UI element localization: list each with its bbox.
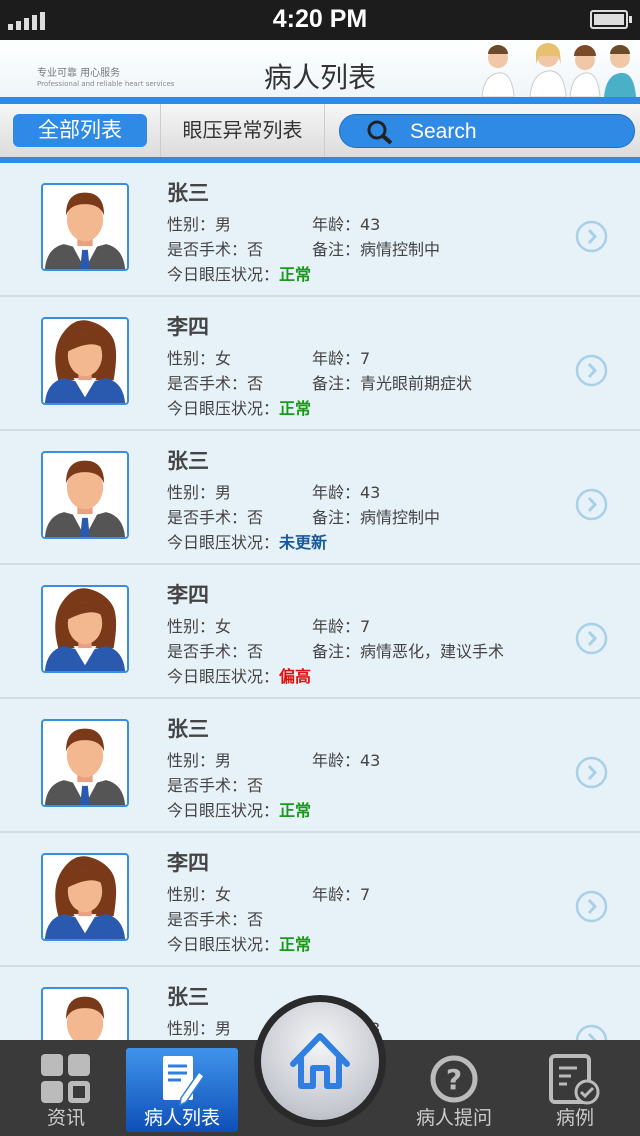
patient-name: 李四 xyxy=(167,851,209,875)
checklist-icon xyxy=(549,1054,600,1105)
avatar xyxy=(41,451,129,539)
home-icon xyxy=(290,1033,350,1089)
patient-gender: 性别：男 xyxy=(167,1019,232,1038)
patient-gender: 性别：男 xyxy=(167,215,232,234)
battery-icon xyxy=(590,10,632,29)
nav-news[interactable]: 资讯 xyxy=(14,1048,118,1132)
patient-row[interactable]: 李四 性别：女 年龄：7 是否手术：否 备注：病情恶化，建议手术 今日眼压状况：… xyxy=(0,565,640,699)
patient-name: 李四 xyxy=(167,583,209,607)
patient-iop: 今日眼压状况：正常 xyxy=(167,931,311,955)
iop-label: 今日眼压状况： xyxy=(167,399,280,418)
iop-status: 正常 xyxy=(279,399,312,418)
patient-row[interactable]: 张三 性别：男 年龄：43 是否手术：否 备注：病情控制中 今日眼压状况：未更新 xyxy=(0,431,640,565)
patient-gender: 性别：女 xyxy=(167,349,232,368)
patient-note: 备注：病情控制中 xyxy=(312,508,441,527)
iop-status: 正常 xyxy=(279,265,312,284)
question-icon: ? xyxy=(430,1055,478,1103)
iop-status: 正常 xyxy=(279,935,312,954)
patient-surgery: 是否手术：否 xyxy=(167,374,264,393)
patient-name: 李四 xyxy=(167,315,209,339)
patient-gender: 性别：女 xyxy=(167,617,232,636)
tab-bar: 全部列表 眼压异常列表 Search xyxy=(0,104,640,157)
avatar xyxy=(41,853,129,941)
document-edit-icon xyxy=(163,1056,206,1107)
patient-age: 年龄：43 xyxy=(312,215,381,234)
iop-label: 今日眼压状况： xyxy=(167,533,280,552)
home-button[interactable] xyxy=(254,995,386,1127)
iop-status: 未更新 xyxy=(279,533,328,552)
patient-surgery: 是否手术：否 xyxy=(167,642,264,661)
patient-gender: 性别：男 xyxy=(167,483,232,502)
iop-label: 今日眼压状况： xyxy=(167,265,280,284)
iop-label: 今日眼压状况： xyxy=(167,667,280,686)
patient-note: 备注：病情恶化，建议手术 xyxy=(312,642,505,661)
avatar xyxy=(41,317,129,405)
nav-cases[interactable]: 病例 xyxy=(530,1048,620,1132)
search-placeholder: Search xyxy=(410,120,477,143)
patient-age: 年龄：43 xyxy=(312,483,381,502)
patient-surgery: 是否手术：否 xyxy=(167,776,264,795)
patient-surgery: 是否手术：否 xyxy=(167,240,264,259)
chevron-right-icon[interactable] xyxy=(575,220,608,253)
divider xyxy=(0,97,640,104)
header-banner: 专业可靠 用心服务 Professional and reliable hear… xyxy=(0,40,640,97)
chevron-right-icon[interactable] xyxy=(575,1024,608,1040)
patient-surgery: 是否手术：否 xyxy=(167,910,264,929)
patient-row[interactable]: 张三 性别：男 年龄：43 是否手术：否 今日眼压状况：正常 xyxy=(0,699,640,833)
nav-questions[interactable]: ? 病人提问 xyxy=(404,1048,504,1132)
nav-news-label: 资讯 xyxy=(46,1107,85,1129)
doctors-image xyxy=(481,43,636,97)
patient-list: 张三 性别：男 年龄：43 是否手术：否 备注：病情控制中 今日眼压状况：正常 … xyxy=(0,163,640,1040)
patient-surgery: 是否手术：否 xyxy=(167,508,264,527)
iop-label: 今日眼压状况： xyxy=(167,935,280,954)
chevron-right-icon[interactable] xyxy=(575,354,608,387)
status-time: 4:20 PM xyxy=(272,5,368,33)
tab-abnormal-list[interactable]: 眼压异常列表 xyxy=(160,104,325,157)
patient-iop: 今日眼压状况：偏高 xyxy=(167,663,311,687)
patient-age: 年龄：43 xyxy=(312,751,381,770)
nav-cases-label: 病例 xyxy=(555,1107,594,1129)
patient-iop: 今日眼压状况：正常 xyxy=(167,797,311,821)
status-bar: 4:20 PM xyxy=(0,0,640,40)
patient-row[interactable]: 李四 性别：女 年龄：7 是否手术：否 今日眼压状况：正常 xyxy=(0,833,640,967)
avatar xyxy=(41,183,129,271)
patient-age: 年龄：7 xyxy=(312,617,371,636)
iop-status: 正常 xyxy=(279,801,312,820)
patient-row[interactable]: 张三 性别：男 年龄：43 是否手术：否 备注：病情控制中 今日眼压状况：正常 xyxy=(0,163,640,297)
search-icon xyxy=(367,120,393,145)
patient-note: 备注：病情控制中 xyxy=(312,240,441,259)
svg-text:?: ? xyxy=(446,1063,462,1096)
patient-iop: 今日眼压状况：正常 xyxy=(167,395,311,419)
patient-iop: 今日眼压状况：未更新 xyxy=(167,529,327,553)
chevron-right-icon[interactable] xyxy=(575,622,608,655)
grid-icon xyxy=(41,1054,90,1103)
chevron-right-icon[interactable] xyxy=(575,488,608,521)
chevron-right-icon[interactable] xyxy=(575,756,608,789)
nav-questions-label: 病人提问 xyxy=(415,1107,492,1129)
patient-age: 年龄：7 xyxy=(312,349,371,368)
patient-age: 年龄：7 xyxy=(312,885,371,904)
iop-status: 偏高 xyxy=(279,667,312,686)
patient-iop: 今日眼压状况：正常 xyxy=(167,261,311,285)
nav-patients-label: 病人列表 xyxy=(143,1107,220,1129)
avatar xyxy=(41,585,129,673)
patient-name: 张三 xyxy=(167,985,209,1009)
patient-note: 备注：青光眼前期症状 xyxy=(312,374,473,393)
avatar xyxy=(41,719,129,807)
iop-label: 今日眼压状况： xyxy=(167,801,280,820)
chevron-right-icon[interactable] xyxy=(575,890,608,923)
patient-name: 张三 xyxy=(167,717,209,741)
tab-all-list[interactable]: 全部列表 xyxy=(13,114,147,147)
nav-patients[interactable]: 病人列表 xyxy=(126,1048,238,1132)
patient-name: 张三 xyxy=(167,449,209,473)
patient-row[interactable]: 李四 性别：女 年龄：7 是否手术：否 备注：青光眼前期症状 今日眼压状况：正常 xyxy=(0,297,640,431)
avatar xyxy=(41,987,129,1040)
patient-gender: 性别：女 xyxy=(167,885,232,904)
patient-name: 张三 xyxy=(167,181,209,205)
search-input[interactable]: Search xyxy=(339,114,635,148)
patient-gender: 性别：男 xyxy=(167,751,232,770)
